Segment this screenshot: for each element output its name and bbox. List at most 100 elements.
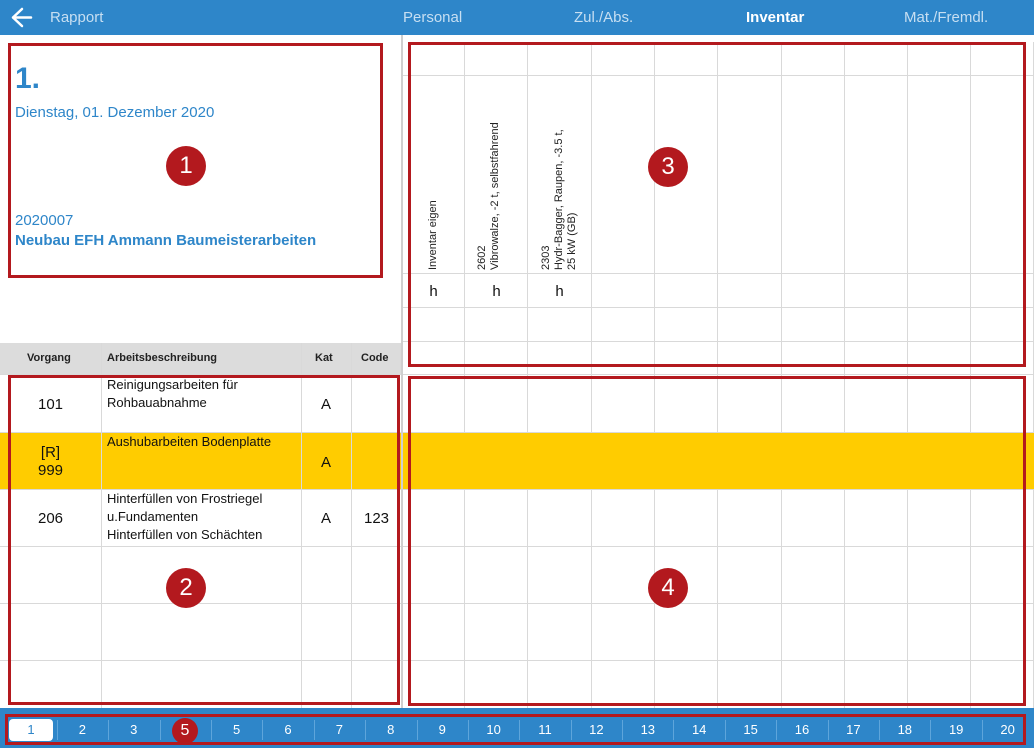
column-header-kat: Kat: [315, 352, 333, 364]
page-separator: [160, 720, 161, 740]
description-line: Hinterfüllen von Schächten: [107, 527, 263, 542]
page-button-20[interactable]: 20: [986, 719, 1030, 741]
code-cell: 123: [363, 510, 390, 527]
page-button-7[interactable]: 7: [317, 719, 361, 741]
page-separator: [828, 720, 829, 740]
grid-column-line: [527, 42, 528, 708]
page-separator: [417, 720, 418, 740]
project-title: Neubau EFH Ammann Baumeisterarbeiten: [15, 232, 317, 249]
page-button-10[interactable]: 10: [472, 719, 516, 741]
annotation-badge-5: 5: [172, 718, 198, 744]
table-header: Vorgang Arbeitsbeschreibung Kat Code: [0, 343, 402, 374]
page-button-3[interactable]: 3: [112, 719, 156, 741]
vorgang-cell: 999: [37, 462, 64, 479]
tab-personal[interactable]: Personal: [403, 9, 462, 26]
inventory-header-line: Inventar eigen: [427, 200, 439, 270]
grid-row-line: [402, 341, 1034, 342]
page-separator: [879, 720, 880, 740]
day-number: 1.: [15, 62, 41, 95]
back-to-rapport-link[interactable]: Rapport: [50, 9, 103, 26]
vorgang-cell: 206: [37, 510, 64, 527]
grid-column-line: [717, 42, 718, 708]
page-separator: [982, 720, 983, 740]
grid-row-line: [402, 75, 1034, 76]
tab-mat-fremdl[interactable]: Mat./Fremdl.: [904, 9, 988, 26]
annotation-badge-1: 1: [166, 146, 206, 186]
page-separator: [57, 720, 58, 740]
page-button-1[interactable]: 1: [9, 719, 53, 741]
kat-cell: A: [320, 396, 331, 413]
page-button-9[interactable]: 9: [420, 719, 464, 741]
page-separator: [262, 720, 263, 740]
page-separator: [673, 720, 674, 740]
column-header-code: Code: [361, 352, 389, 364]
page-separator: [519, 720, 520, 740]
page-separator: [776, 720, 777, 740]
grid-column-line: [464, 42, 465, 708]
page-separator: [365, 720, 366, 740]
column-header-vorgang: Vorgang: [27, 352, 71, 364]
grid-row-line: [0, 603, 1034, 604]
vorgang-cell: 101: [37, 396, 64, 413]
grid-row-line: [402, 307, 1034, 308]
page-button-15[interactable]: 15: [729, 719, 773, 741]
grid-row-line: [0, 660, 1034, 661]
page-button-18[interactable]: 18: [883, 719, 927, 741]
annotation-badge-4: 4: [648, 568, 688, 608]
kat-cell: A: [320, 454, 331, 471]
unit-label: h: [492, 283, 501, 300]
grid-column-line: [591, 42, 592, 708]
description-line: Hinterfüllen von Frostriegel: [107, 491, 263, 506]
report-date: Dienstag, 01. Dezember 2020: [15, 104, 215, 121]
page-separator: [211, 720, 212, 740]
page-button-13[interactable]: 13: [626, 719, 670, 741]
grid-row-line: [0, 374, 1034, 375]
grid-row-line: [402, 273, 1034, 274]
page-separator: [571, 720, 572, 740]
inventory-header-line: 2303: [540, 245, 552, 270]
inventory-header-line: Vibrowalze, -2 t, selbstfahrend: [489, 122, 501, 270]
inventory-header-line: Hydr-Bagger, Raupen, -3.5 t,: [553, 129, 565, 270]
description-line: u.Fundamenten: [107, 509, 199, 524]
page-separator: [108, 720, 109, 740]
back-arrow-icon[interactable]: [4, 4, 34, 31]
page-button-6[interactable]: 6: [266, 719, 310, 741]
page-separator: [468, 720, 469, 740]
project-number: 2020007: [15, 212, 74, 229]
page-button-12[interactable]: 12: [574, 719, 618, 741]
page-separator: [725, 720, 726, 740]
column-header-arbeitsbeschreibung: Arbeitsbeschreibung: [107, 352, 218, 364]
description-line: Rohbauabnahme: [107, 395, 207, 410]
annotation-badge-2: 2: [166, 568, 206, 608]
vorgang-cell: [R]: [40, 444, 61, 461]
page-button-16[interactable]: 16: [780, 719, 824, 741]
grid-column-line: [970, 42, 971, 708]
grid-column-line: [654, 42, 655, 708]
inventory-header-line: 2602: [476, 245, 488, 270]
page-button-2[interactable]: 2: [60, 719, 104, 741]
grid-column-line: [844, 42, 845, 708]
tab-zul-abs[interactable]: Zul./Abs.: [574, 9, 633, 26]
page-button-8[interactable]: 8: [369, 719, 413, 741]
grid-column-line: [781, 42, 782, 708]
kat-cell: A: [320, 510, 331, 527]
column-separator: [401, 35, 403, 708]
page-button-11[interactable]: 11: [523, 719, 567, 741]
unit-label: h: [429, 283, 438, 300]
description-line: Reinigungsarbeiten für: [107, 377, 238, 392]
grid-column-line: [907, 42, 908, 708]
inventory-header-line: 25 kW (GB): [566, 212, 578, 270]
grid-row-line: [0, 546, 1034, 547]
page-separator: [930, 720, 931, 740]
annotation-badge-3: 3: [648, 147, 688, 187]
page-separator: [622, 720, 623, 740]
page-button-19[interactable]: 19: [934, 719, 978, 741]
page-separator: [314, 720, 315, 740]
page-button-17[interactable]: 17: [831, 719, 875, 741]
unit-label: h: [555, 283, 564, 300]
page-button-14[interactable]: 14: [677, 719, 721, 741]
description-line: Aushubarbeiten Bodenplatte: [107, 434, 272, 449]
top-navigation-bar: [0, 0, 1034, 35]
tab-inventar[interactable]: Inventar: [746, 9, 804, 26]
page-button-5[interactable]: 5: [215, 719, 259, 741]
